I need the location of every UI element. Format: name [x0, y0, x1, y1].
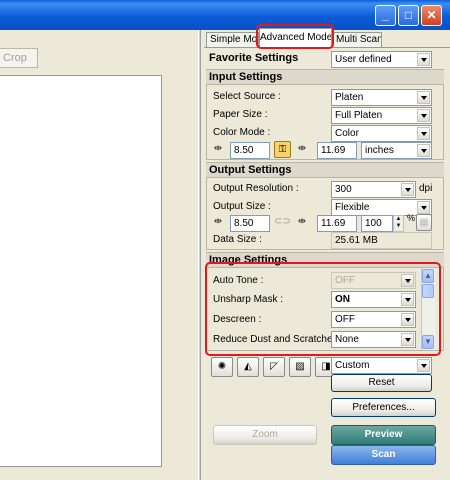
output-height-field[interactable]: 11.69 — [317, 215, 357, 232]
chevron-down-icon — [417, 359, 430, 372]
data-size-label: Data Size : — [213, 234, 262, 245]
select-source-value: Platen — [335, 92, 364, 103]
output-resolution-select[interactable]: 300 — [331, 181, 416, 198]
input-unit-select[interactable]: inches — [361, 142, 432, 159]
output-width-field[interactable]: 8.50 — [230, 215, 270, 232]
final-review-icon[interactable]: ▨ — [289, 357, 311, 377]
chevron-down-icon — [417, 127, 430, 140]
paper-size-label: Paper Size : — [213, 109, 268, 120]
tone-curve-icon[interactable]: ◸ — [263, 357, 285, 377]
percent-unit-label: % — [407, 213, 416, 223]
color-mode-value: Color — [335, 128, 359, 139]
favorite-settings-value: User defined — [335, 54, 392, 65]
select-source-label: Select Source : — [213, 91, 281, 102]
output-size-label: Output Size : — [213, 201, 271, 212]
preferences-button[interactable]: Preferences... — [331, 398, 436, 417]
input-height-field[interactable]: 11.69 — [317, 142, 357, 159]
width-icon: ⇼ — [213, 216, 223, 227]
minimize-button[interactable]: _ — [375, 5, 396, 26]
data-size-value: 25.61 MB — [331, 232, 432, 249]
paper-size-value: Full Platen — [335, 110, 383, 121]
favorite-settings-title: Favorite Settings — [209, 52, 299, 64]
width-icon: ⇼ — [213, 143, 223, 154]
height-icon: ⇼ — [297, 216, 307, 227]
select-source-select[interactable]: Platen — [331, 89, 432, 106]
preview-area[interactable] — [0, 75, 162, 467]
height-icon: ⇼ — [297, 143, 307, 154]
chevron-down-icon — [417, 109, 430, 122]
advanced-mode-highlight — [256, 24, 334, 49]
color-mode-select[interactable]: Color — [331, 125, 432, 142]
reset-button[interactable]: Reset — [331, 374, 432, 392]
aspect-lock-icon[interactable]: ⚿ — [274, 141, 291, 158]
preset-value: Custom — [335, 360, 370, 371]
favorite-settings-select[interactable]: User defined — [331, 51, 432, 68]
preset-select[interactable]: Custom — [331, 357, 432, 374]
resolution-unit-label: dpi — [419, 183, 433, 194]
paper-size-select[interactable]: Full Platen — [331, 107, 432, 124]
scale-spinner[interactable]: ▲ ▼ — [393, 215, 404, 232]
zoom-button: Zoom — [213, 425, 317, 445]
output-resolution-label: Output Resolution : — [213, 183, 299, 194]
image-settings-highlight — [205, 262, 441, 356]
tab-multi-scan[interactable]: Multi Scan — [332, 32, 382, 47]
color-mode-label: Color Mode : — [213, 127, 271, 138]
brightness-icon[interactable]: ✺ — [211, 357, 233, 377]
output-size-value: Flexible — [335, 202, 370, 213]
chevron-down-icon — [417, 201, 430, 214]
scan-button[interactable]: Scan — [331, 445, 436, 465]
output-resolution-value: 300 — [335, 184, 352, 195]
histogram-icon[interactable]: ◭ — [237, 357, 259, 377]
close-button[interactable]: ✕ — [421, 5, 442, 26]
link-icon: ⊂⊃ — [274, 216, 291, 227]
output-scale-field[interactable]: 100 — [361, 215, 393, 232]
maximize-button[interactable]: □ — [398, 5, 419, 26]
chevron-down-icon — [417, 91, 430, 104]
preview-button[interactable]: Preview — [331, 425, 436, 445]
input-settings-header: Input Settings — [206, 69, 444, 84]
input-unit-value: inches — [365, 145, 394, 156]
tab-simple-mode[interactable]: Simple Mode — [206, 32, 259, 47]
chevron-down-icon — [417, 144, 430, 157]
chevron-down-icon — [417, 53, 430, 66]
chevron-down-icon — [401, 183, 414, 196]
pane-splitter[interactable] — [198, 30, 201, 480]
output-settings-header: Output Settings — [206, 162, 444, 177]
input-width-field[interactable]: 8.50 — [230, 142, 270, 159]
crop-button[interactable]: Crop — [0, 48, 38, 68]
output-size-settings-icon[interactable]: ▦ — [416, 214, 432, 231]
